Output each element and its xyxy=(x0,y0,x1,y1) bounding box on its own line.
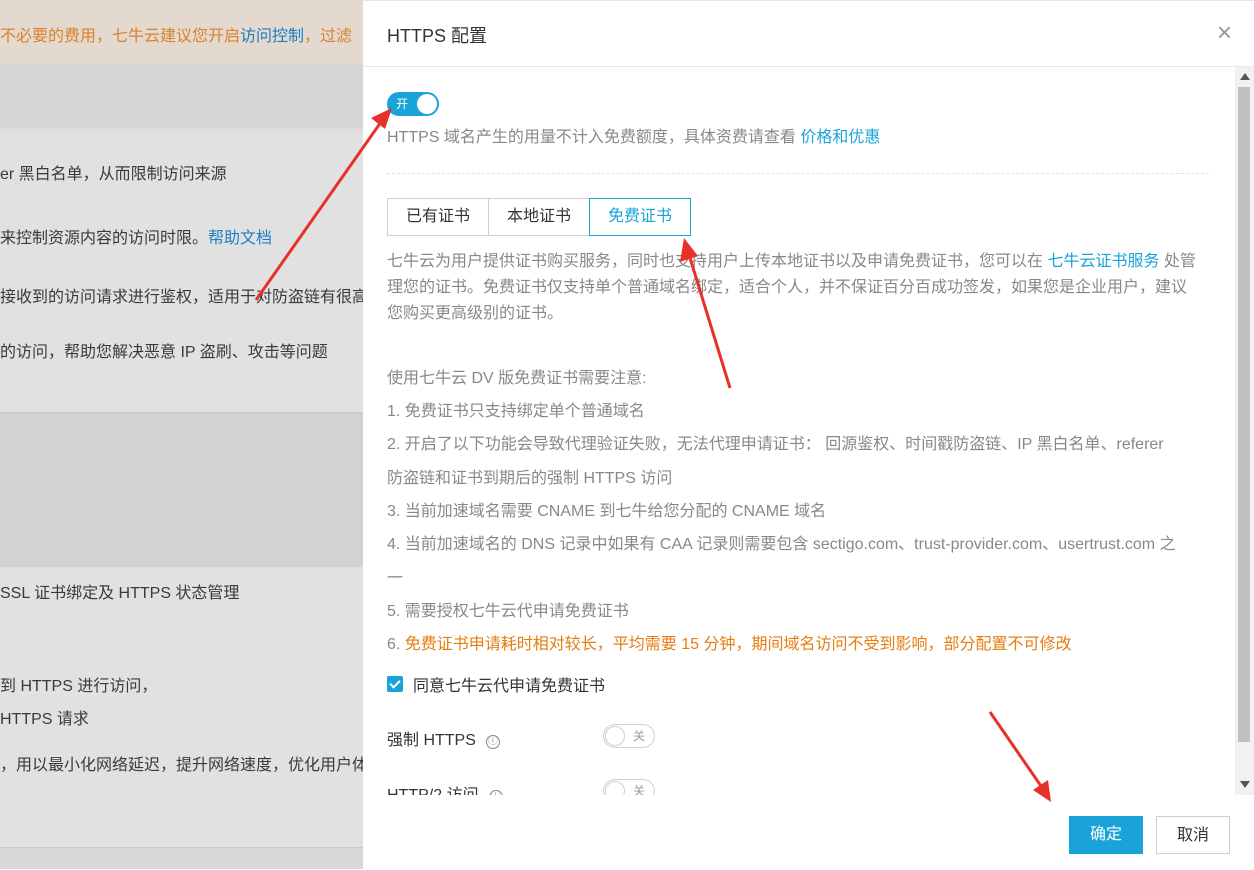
drawer-title: HTTPS 配置 xyxy=(387,26,488,46)
bg-line-http2: ，用以最小化网络延迟，提升网络速度，优化用户体 xyxy=(0,757,363,774)
http2-toggle[interactable]: 关 xyxy=(603,779,655,795)
bg-line-force-https: 到 HTTPS 进行访问， xyxy=(0,678,158,695)
usage-note: HTTPS 域名产生的用量不计入免费额度，具体资费请查看 价格和优惠 xyxy=(387,129,881,146)
bg-card-gap xyxy=(0,412,363,568)
force-https-toggle-label: 关 xyxy=(632,729,645,743)
scroll-down-arrow-icon[interactable] xyxy=(1240,781,1250,788)
https-toggle-label: 开 xyxy=(396,97,409,111)
bg-line-ip: 的访问，帮助您解决恶意 IP 盗刷、攻击等问题 xyxy=(0,344,328,361)
bg-line-timestamp: 来控制资源内容的访问时限。帮助文档 xyxy=(0,230,273,247)
bg-line-ssl: SSL 证书绑定及 HTTPS 状态管理 xyxy=(0,585,240,602)
bg-notice-text: 不必要的费用，七牛云建议您开启访问控制，过滤 xyxy=(0,28,353,45)
bg-help-doc-link[interactable]: 帮助文档 xyxy=(208,230,272,247)
free-cert-intro: 七牛云为用户提供证书购买服务，同时也支持用户上传本地证书以及申请免费证书，您可以… xyxy=(387,253,1196,322)
bg-band xyxy=(0,64,363,128)
close-icon[interactable]: × xyxy=(1217,19,1232,45)
info-icon[interactable]: ⓘ xyxy=(485,735,500,749)
note-warning: 6. 免费证书申请耗时相对较长，平均需要 15 分钟，期间域名访问不受到影响，部… xyxy=(387,636,1072,653)
bg-line-auth: 接收到的访问请求进行鉴权，适用于对防盗链有很高 xyxy=(0,289,363,306)
bg-line-referer: er 黑白名单，从而限制访问来源 xyxy=(0,166,227,183)
https-toggle[interactable]: 开 xyxy=(387,92,439,116)
http2-toggle-label: 关 xyxy=(632,784,645,795)
scroll-up-arrow-icon[interactable] xyxy=(1240,73,1250,80)
cert-service-link[interactable]: 七牛云证书服务 xyxy=(1047,253,1159,270)
note-item: 防盗链和证书到期后的强制 HTTPS 访问 xyxy=(387,470,673,487)
agree-checkbox[interactable] xyxy=(387,676,403,692)
confirm-button[interactable]: 确定 xyxy=(1069,816,1143,854)
bg-notice-bar: 不必要的费用，七牛云建议您开启访问控制，过滤 xyxy=(0,0,363,64)
drawer-header: HTTPS 配置 × xyxy=(363,1,1254,67)
toggle-knob xyxy=(605,781,625,795)
tab-local-cert[interactable]: 本地证书 xyxy=(488,198,591,236)
note-item: 一 xyxy=(387,570,404,587)
cert-tabs: 已有证书 本地证书 免费证书 xyxy=(387,198,692,236)
agree-checkbox-row[interactable]: 同意七牛云代申请免费证书 xyxy=(387,672,605,696)
divider xyxy=(387,173,1209,174)
agree-checkbox-label: 同意七牛云代申请免费证书 xyxy=(413,678,606,695)
toggle-knob xyxy=(605,726,625,746)
note-item: 1. 免费证书只支持绑定单个普通域名 xyxy=(387,403,645,420)
tab-existing-cert[interactable]: 已有证书 xyxy=(387,198,490,236)
bg-line-https-request: HTTPS 请求 xyxy=(0,711,89,728)
cancel-button[interactable]: 取消 xyxy=(1156,816,1230,854)
http2-label: HTTP/2 访问ⓘ xyxy=(387,781,503,795)
note-item: 2. 开启了以下功能会导致代理验证失败，无法代理申请证书： 回源鉴权、时间戳防盗… xyxy=(387,436,1164,453)
bg-access-control-link[interactable]: 访问控制 xyxy=(240,28,304,45)
note-item: 5. 需要授权七牛云代申请免费证书 xyxy=(387,603,629,620)
note-item: 3. 当前加速域名需要 CNAME 到七牛给您分配的 CNAME 域名 xyxy=(387,503,827,520)
background-page: 不必要的费用，七牛云建议您开启访问控制，过滤 er 黑白名单，从而限制访问来源 … xyxy=(0,0,363,869)
tab-free-cert[interactable]: 免费证书 xyxy=(589,198,692,236)
force-https-toggle[interactable]: 关 xyxy=(603,724,655,748)
toggle-knob xyxy=(417,94,437,114)
notes-title: 使用七牛云 DV 版免费证书需要注意: xyxy=(387,370,647,387)
https-config-drawer: HTTPS 配置 × 开 HTTPS 域名产生的用量不计入免费额度，具体资费请查… xyxy=(363,0,1254,870)
note-item: 4. 当前加速域名的 DNS 记录中如果有 CAA 记录则需要包含 sectig… xyxy=(387,536,1176,553)
bg-card-bottom xyxy=(0,847,363,869)
scrollbar-thumb[interactable] xyxy=(1238,87,1250,742)
pricing-link[interactable]: 价格和优惠 xyxy=(800,129,880,146)
scrollbar[interactable] xyxy=(1235,67,1254,795)
info-icon[interactable]: ⓘ xyxy=(488,790,503,795)
force-https-label: 强制 HTTPS ⓘ xyxy=(387,732,500,749)
drawer-body: 开 HTTPS 域名产生的用量不计入免费额度，具体资费请查看 价格和优惠 已有证… xyxy=(363,67,1235,795)
